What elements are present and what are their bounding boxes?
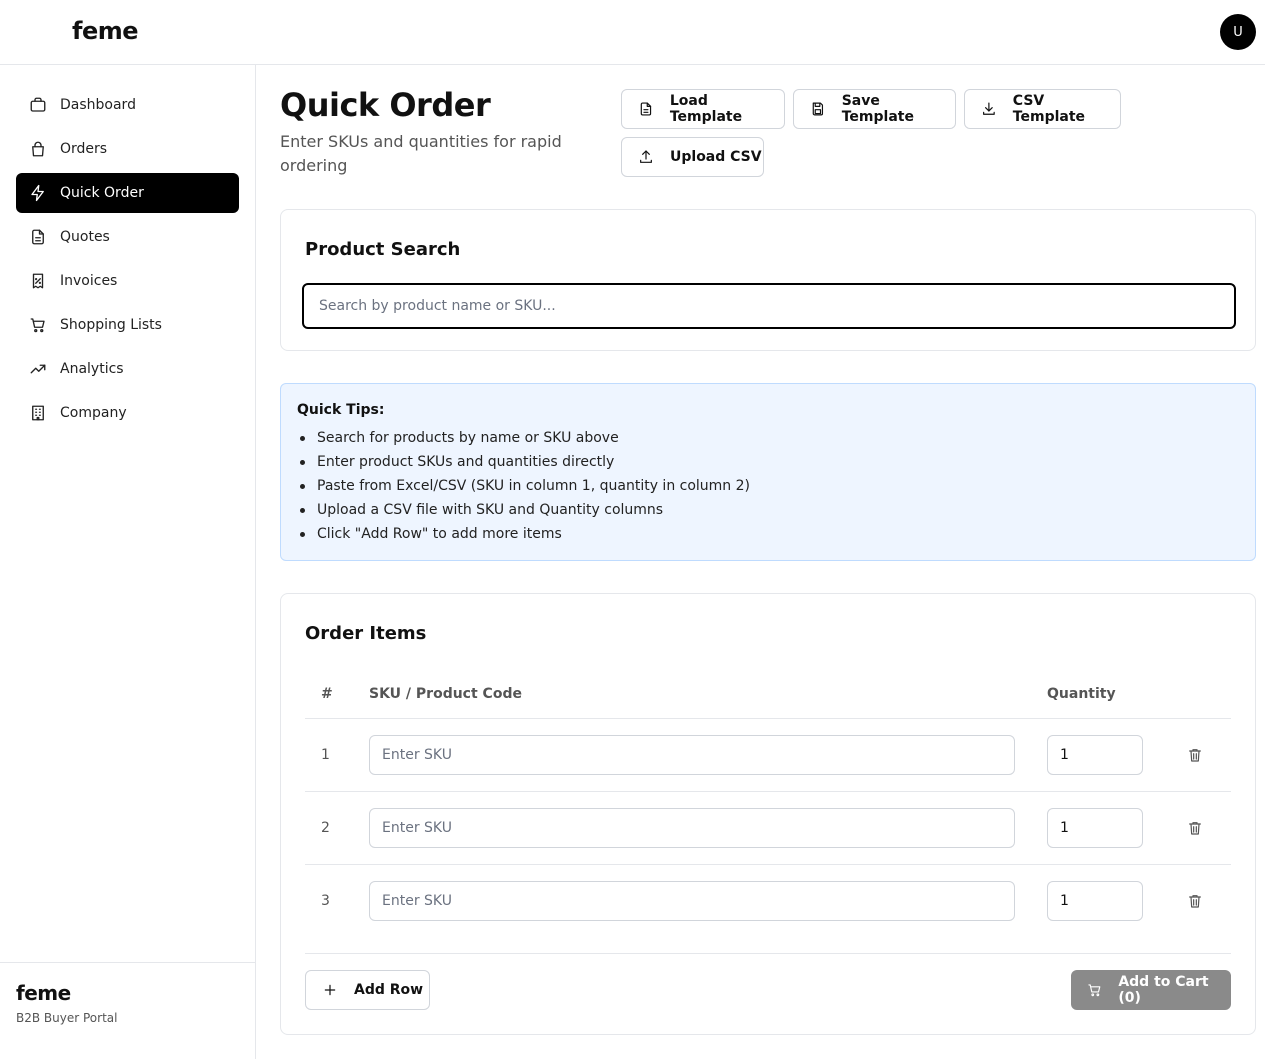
cart-icon: [28, 315, 48, 335]
save-template-label: Save Template: [841, 93, 914, 125]
footer-subtitle: B2B Buyer Portal: [16, 1011, 118, 1025]
quick-tips-title: Quick Tips:: [297, 402, 385, 418]
column-header-quantity: Quantity: [1047, 686, 1116, 702]
delete-row-button[interactable]: [1185, 818, 1205, 838]
csv-template-button[interactable]: CSV Template: [964, 89, 1121, 129]
sku-input[interactable]: [369, 881, 1015, 921]
row-number: 3: [321, 893, 330, 909]
tip-item: Paste from Excel/CSV (SKU in column 1, q…: [297, 474, 750, 498]
download-icon: [983, 102, 995, 115]
table-divider: [305, 718, 1231, 719]
page-subtitle: Enter SKUs and quantities for rapid orde…: [280, 132, 562, 175]
delete-row-button[interactable]: [1185, 745, 1205, 765]
tip-item: Enter product SKUs and quantities direct…: [297, 450, 750, 474]
shopping-bag-icon: [28, 139, 48, 159]
file-text-icon: [640, 102, 652, 116]
add-row-button[interactable]: Add Row: [305, 970, 430, 1010]
quick-tips-list: Search for products by name or SKU above…: [297, 426, 750, 546]
lightning-icon: [28, 183, 48, 203]
sidebar-item-orders[interactable]: Orders: [16, 129, 239, 169]
table-divider: [305, 864, 1231, 865]
quantity-input[interactable]: [1047, 808, 1143, 848]
row-number: 1: [321, 747, 330, 763]
tip-item: Search for products by name or SKU above: [297, 426, 750, 450]
row-number: 2: [321, 820, 330, 836]
save-icon: [812, 102, 824, 116]
sidebar-item-analytics[interactable]: Analytics: [16, 349, 239, 389]
delete-row-button[interactable]: [1185, 891, 1205, 911]
brand-logo[interactable]: feme: [72, 17, 139, 45]
briefcase-icon: [28, 95, 48, 115]
sidebar-item-company[interactable]: Company: [16, 393, 239, 433]
plus-icon: [324, 984, 336, 996]
trash-icon: [1189, 749, 1201, 762]
load-template-label: Load Template: [669, 93, 743, 125]
quick-tips-panel: Quick Tips: Search for products by name …: [280, 383, 1256, 561]
column-header-sku: SKU / Product Code: [369, 686, 522, 702]
trash-icon: [1189, 822, 1201, 835]
sidebar-item-label: Analytics: [60, 361, 124, 377]
sku-input[interactable]: [369, 735, 1015, 775]
quantity-input[interactable]: [1047, 735, 1143, 775]
receipt-percent-icon: [28, 271, 48, 291]
sidebar-item-dashboard[interactable]: Dashboard: [16, 85, 239, 125]
tip-item: Click "Add Row" to add more items: [297, 522, 750, 546]
add-to-cart-button[interactable]: Add to Cart (0): [1071, 970, 1231, 1010]
product-search-input[interactable]: [302, 283, 1236, 329]
sidebar-item-invoices[interactable]: Invoices: [16, 261, 239, 301]
order-items-title: Order Items: [305, 623, 427, 644]
sidebar-item-quick-order[interactable]: Quick Order: [16, 173, 239, 213]
csv-template-label: CSV Template: [1012, 93, 1086, 125]
sidebar-item-label: Dashboard: [60, 97, 136, 113]
save-template-button[interactable]: Save Template: [793, 89, 956, 129]
column-header-number: #: [321, 686, 333, 702]
footer-brand: feme: [16, 981, 71, 1005]
sidebar-item-label: Shopping Lists: [60, 317, 162, 333]
product-search-card: Product Search: [280, 209, 1256, 351]
trending-up-icon: [28, 359, 48, 379]
sku-input[interactable]: [369, 808, 1015, 848]
building-icon: [28, 403, 48, 423]
sidebar-item-label: Orders: [60, 141, 108, 157]
upload-icon: [640, 150, 652, 163]
sidebar-item-label: Quotes: [60, 229, 110, 245]
sidebar: Dashboard Orders Quick Order Quotes Invo…: [0, 65, 256, 1059]
load-template-button[interactable]: Load Template: [621, 89, 785, 129]
document-icon: [28, 227, 48, 247]
product-search-title: Product Search: [305, 239, 461, 260]
add-to-cart-label: Add to Cart (0): [1118, 974, 1209, 1006]
sidebar-item-label: Company: [60, 405, 127, 421]
upload-csv-label: Upload CSV: [670, 149, 762, 165]
add-row-label: Add Row: [354, 982, 424, 998]
table-divider: [305, 791, 1231, 792]
table-divider: [305, 953, 1231, 954]
top-bar: feme U: [0, 0, 1265, 65]
sidebar-item-label: Quick Order: [60, 185, 144, 201]
sidebar-item-quotes[interactable]: Quotes: [16, 217, 239, 257]
sidebar-item-shopping-lists[interactable]: Shopping Lists: [16, 305, 239, 345]
cart-icon: [1088, 984, 1101, 997]
sidebar-footer: feme B2B Buyer Portal: [0, 962, 255, 1059]
page-title: Quick Order: [280, 86, 491, 124]
tip-item: Upload a CSV file with SKU and Quantity …: [297, 498, 750, 522]
upload-csv-button[interactable]: Upload CSV: [621, 137, 764, 177]
user-avatar[interactable]: U: [1220, 14, 1256, 50]
trash-icon: [1189, 895, 1201, 908]
quantity-input[interactable]: [1047, 881, 1143, 921]
order-items-card: Order Items # SKU / Product Code Quantit…: [280, 593, 1256, 1035]
sidebar-item-label: Invoices: [60, 273, 118, 289]
